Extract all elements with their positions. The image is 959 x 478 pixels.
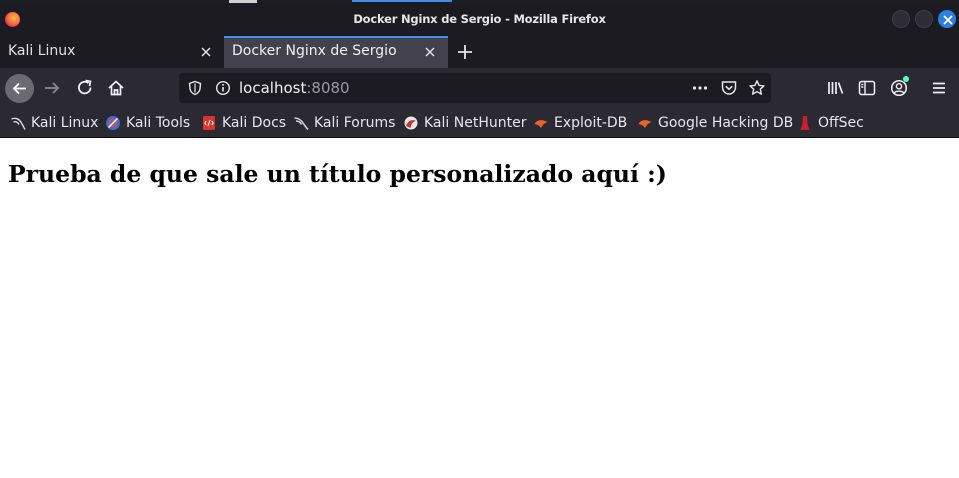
tab-close-icon[interactable] [198, 44, 214, 60]
page-heading: Prueba de que sale un título personaliza… [8, 160, 667, 188]
forward-arrow-icon[interactable] [42, 78, 62, 98]
url-host: localhost [239, 79, 307, 97]
page-actions-ellipsis-icon[interactable] [691, 79, 709, 97]
account-notification-badge [903, 76, 909, 82]
url-port: :8080 [306, 79, 350, 97]
reload-icon[interactable] [75, 78, 95, 98]
page-content: Prueba de que sale un título personaliza… [0, 139, 959, 478]
bookmark-label: Google Hacking DB [658, 115, 794, 131]
close-window-button[interactable] [938, 10, 956, 28]
bookmarks-toolbar: Kali Linux Kali Tools Kali Docs Kali For… [0, 108, 959, 138]
address-bar[interactable]: localhost:8080 [179, 73, 771, 103]
bookmark-kali-forums[interactable]: Kali Forums [293, 114, 395, 132]
minimize-button[interactable] [892, 10, 910, 28]
back-button[interactable] [5, 74, 34, 103]
window-titlebar: Docker Nginx de Sergio - Mozilla Firefox [0, 4, 959, 36]
tab-docker-nginx[interactable]: Docker Nginx de Sergio [224, 36, 448, 68]
back-arrow-icon [12, 82, 26, 95]
close-icon [943, 15, 953, 25]
bookmark-kali-linux[interactable]: Kali Linux [10, 114, 98, 132]
maximize-button[interactable] [915, 10, 933, 28]
ghdb-icon [638, 120, 652, 128]
bookmark-offsec[interactable]: OffSec [797, 114, 864, 132]
bookmark-label: OffSec [818, 115, 864, 131]
tab-kali-linux[interactable]: Kali Linux [0, 36, 224, 68]
offsec-icon [800, 116, 810, 130]
bookmark-label: Kali Linux [31, 115, 99, 131]
bookmark-label: Kali Tools [126, 115, 191, 131]
bookmark-label: Kali Forums [314, 115, 396, 131]
kali-dragon-icon [11, 117, 26, 130]
tab-close-icon[interactable] [422, 44, 438, 60]
kali-docs-icon [203, 116, 215, 130]
url-text[interactable]: localhost:8080 [239, 79, 350, 97]
bookmark-kali-tools[interactable]: Kali Tools [105, 114, 190, 132]
nethunter-icon [404, 116, 418, 130]
site-info-icon[interactable] [215, 80, 231, 96]
navigation-toolbar: localhost:8080 [0, 68, 959, 108]
bookmark-google-hacking-db[interactable]: Google Hacking DB [637, 114, 793, 132]
tab-label: Kali Linux [8, 43, 76, 59]
kali-tools-icon [106, 116, 120, 130]
taskbar-active-window-indicator[interactable] [352, 0, 452, 2]
bookmark-label: Exploit-DB [554, 115, 628, 131]
tracking-protection-shield-icon[interactable] [187, 80, 203, 96]
new-tab-plus-icon[interactable] [455, 42, 475, 62]
window-title: Docker Nginx de Sergio - Mozilla Firefox [353, 12, 606, 26]
bookmark-label: Kali NetHunter [424, 115, 527, 131]
sidebar-icon[interactable] [857, 78, 877, 98]
taskbar-workspace-indicator[interactable] [229, 0, 257, 3]
library-icon[interactable] [826, 78, 846, 98]
bookmark-kali-nethunter[interactable]: Kali NetHunter [403, 114, 526, 132]
tab-strip: Kali Linux Docker Nginx de Sergio [0, 36, 959, 68]
exploit-db-icon [534, 120, 548, 128]
kali-dragon-icon [294, 117, 309, 131]
tab-label: Docker Nginx de Sergio [232, 43, 397, 59]
bookmark-label: Kali Docs [222, 115, 287, 131]
home-icon[interactable] [106, 78, 126, 98]
pocket-icon[interactable] [720, 79, 738, 97]
hamburger-menu-icon[interactable] [929, 78, 949, 98]
bookmark-exploit-db[interactable]: Exploit-DB [533, 114, 627, 132]
bookmark-star-icon[interactable] [748, 79, 766, 97]
bookmark-kali-docs[interactable]: Kali Docs [201, 114, 286, 132]
